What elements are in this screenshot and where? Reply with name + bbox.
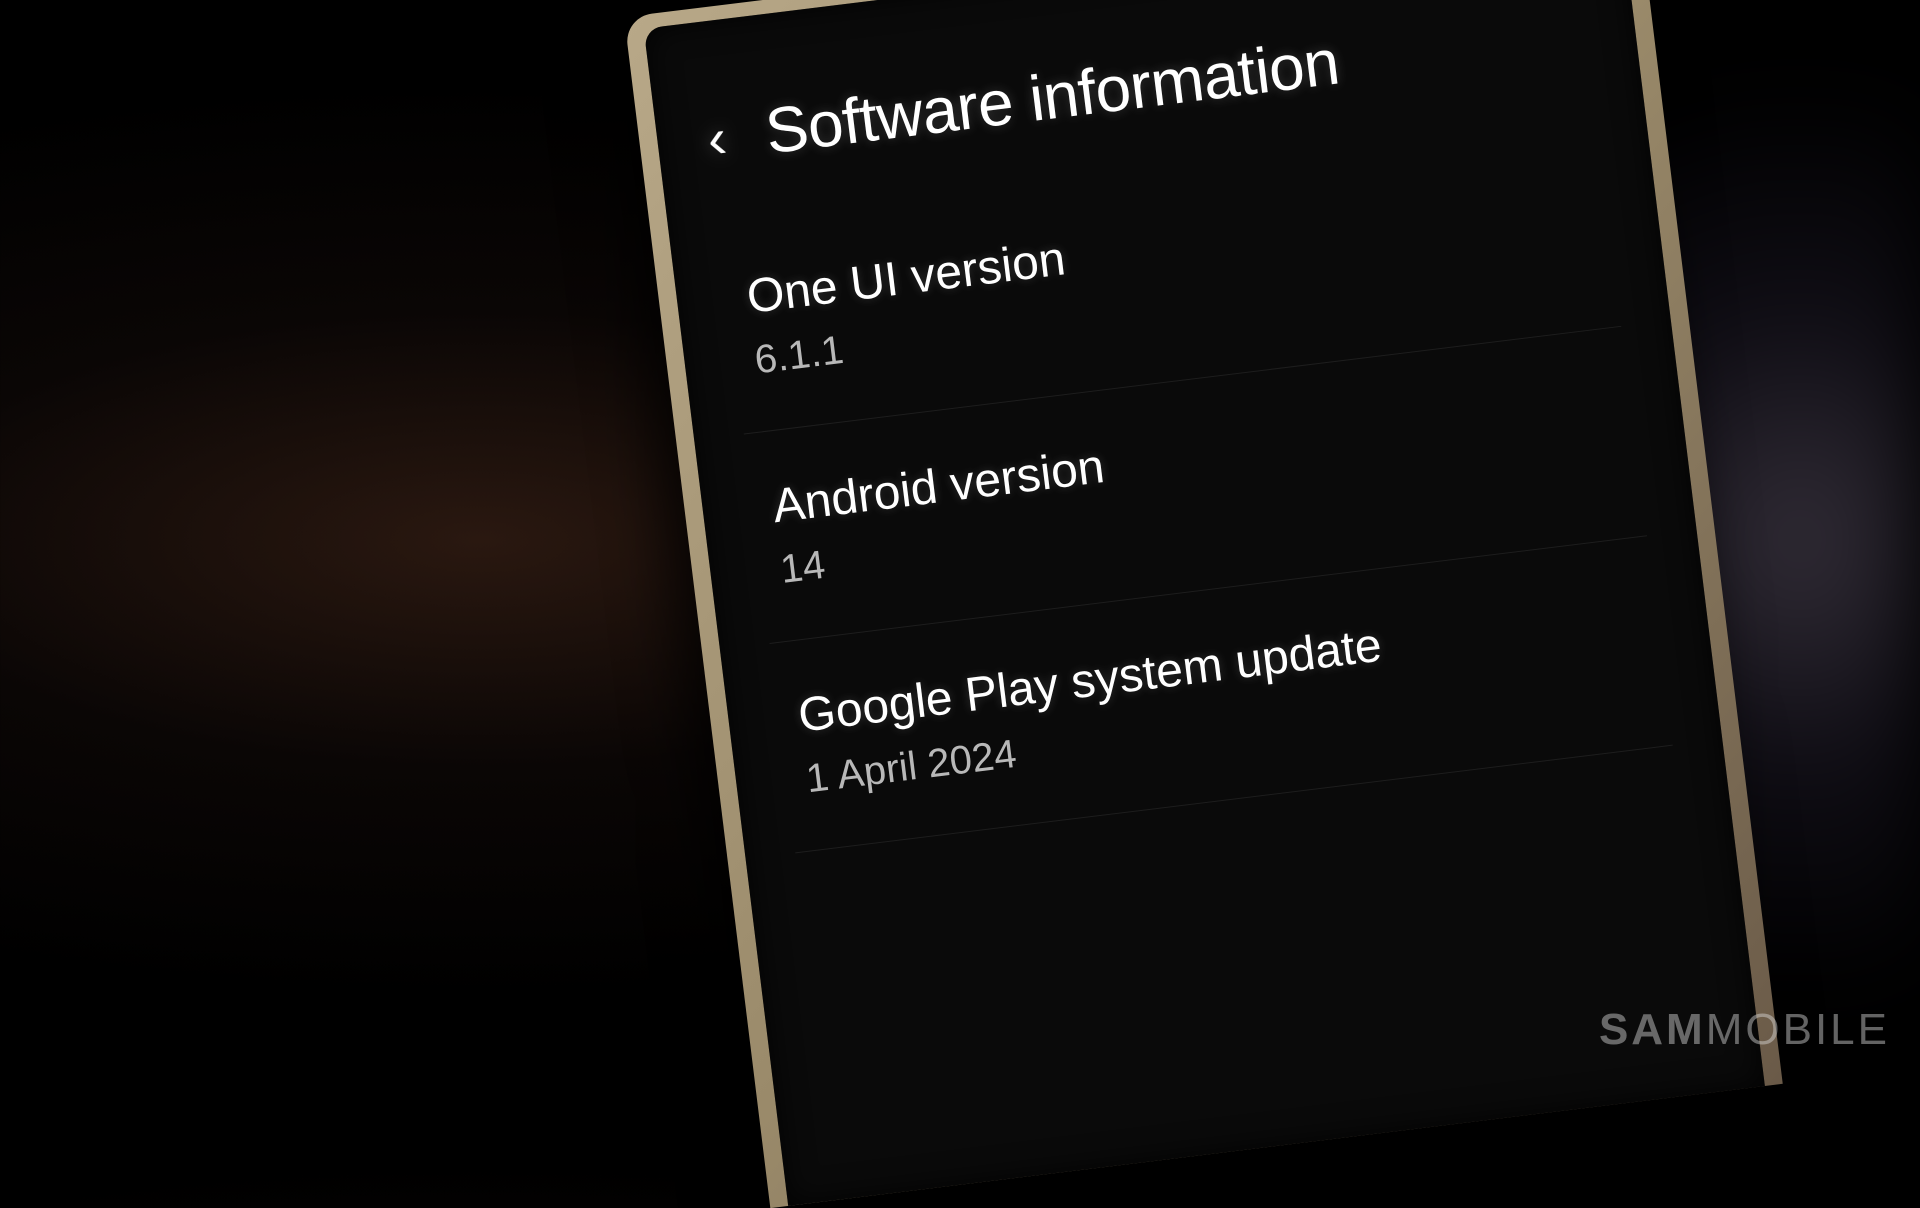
- page-title: Software information: [761, 25, 1343, 169]
- watermark-bold: SAM: [1599, 1005, 1706, 1054]
- back-icon[interactable]: ‹: [704, 104, 730, 171]
- watermark-light: MOBILE: [1706, 1005, 1890, 1054]
- watermark: SAMMOBILE: [1599, 1005, 1890, 1055]
- settings-list: One UI version 6.1.1 Android version 14 …: [669, 111, 1723, 859]
- phone-screen: ‹ Software information One UI version 6.…: [644, 0, 1765, 1206]
